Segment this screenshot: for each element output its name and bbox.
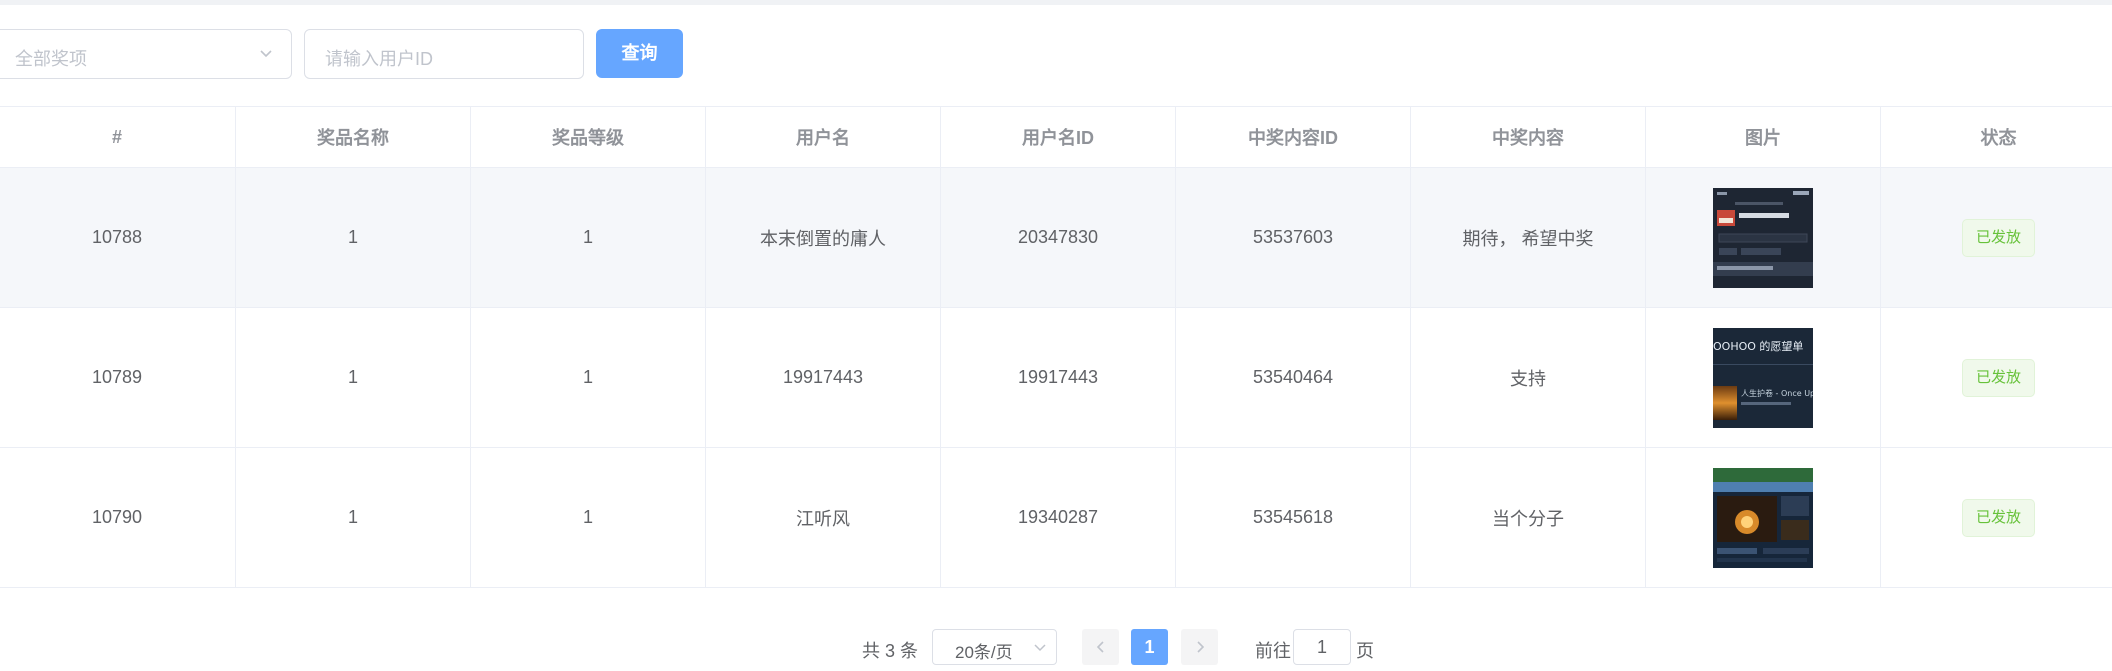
cell-prize-level: 1: [471, 308, 706, 447]
cell-user-id: 20347830: [941, 168, 1176, 307]
header-content-id: 中奖内容ID: [1176, 107, 1411, 167]
chevron-left-icon: [1096, 641, 1104, 653]
table-header: # 奖品名称 奖品等级 用户名 用户名ID 中奖内容ID 中奖内容 图片 状态: [0, 106, 2112, 168]
header-prize-level: 奖品等级: [471, 107, 706, 167]
cell-image: [1646, 168, 1881, 307]
cell-prize-name: 1: [236, 448, 471, 587]
chevron-down-icon: [1034, 644, 1046, 652]
cell-id: 10789: [0, 308, 236, 447]
prize-table: # 奖品名称 奖品等级 用户名 用户名ID 中奖内容ID 中奖内容 图片 状态 …: [0, 106, 2112, 588]
wishlist-title: OOHOO 的愿望单: [1713, 339, 1804, 353]
header-prize-name: 奖品名称: [236, 107, 471, 167]
cell-id: 10790: [0, 448, 236, 587]
prize-select-value: 全部奖项: [15, 49, 87, 69]
game-meta: [1741, 401, 1791, 405]
cell-status: 已发放: [1881, 168, 2112, 307]
cell-prize-level: 1: [471, 168, 706, 307]
user-id-input[interactable]: 请输入用户ID: [304, 29, 584, 79]
header-index: #: [0, 107, 236, 167]
thumbnail-divider: [1713, 363, 1813, 365]
cell-status: 已发放: [1881, 308, 2112, 447]
filter-bar: 全部奖项 请输入用户ID 查询: [0, 29, 2112, 79]
header-image: 图片: [1646, 107, 1881, 167]
cell-content-id: 53540464: [1176, 308, 1411, 447]
chevron-down-icon: [260, 50, 272, 58]
page-size-select[interactable]: 20条/页: [932, 629, 1057, 665]
top-divider: [0, 0, 2112, 5]
table-row: 10788 1 1 本末倒置的庸人 20347830 53537603 期待， …: [0, 168, 2112, 308]
prize-screenshot-thumbnail[interactable]: [1713, 187, 1813, 288]
game-name: 人生护卷 - Once Up: [1741, 388, 1813, 398]
cell-content: 期待， 希望中奖: [1411, 168, 1646, 307]
cell-content-id: 53537603: [1176, 168, 1411, 307]
prize-select[interactable]: 全部奖项: [0, 29, 292, 79]
game-cover: [1713, 385, 1737, 420]
user-id-placeholder: 请输入用户ID: [325, 49, 433, 69]
cell-prize-level: 1: [471, 448, 706, 587]
cell-content: 支持: [1411, 308, 1646, 447]
cell-image: OOHOO 的愿望单 人生护卷 - Once Up: [1646, 308, 1881, 447]
page-size-value: 20条/页: [955, 643, 1013, 662]
prev-page-button[interactable]: [1082, 629, 1119, 665]
cell-username: 19917443: [706, 308, 941, 447]
header-status: 状态: [1980, 128, 2017, 148]
goto-label: 前往: [1255, 641, 1291, 661]
chevron-right-icon: [1196, 641, 1204, 653]
cell-id: 10788: [0, 168, 236, 307]
screenshot-image: [1713, 187, 1813, 288]
cell-content: 当个分子: [1411, 448, 1646, 587]
cell-user-id: 19340287: [941, 448, 1176, 587]
table-row: 10789 1 1 19917443 19917443 53540464 支持 …: [0, 308, 2112, 448]
cell-image: [1646, 448, 1881, 587]
prize-screenshot-thumbnail[interactable]: OOHOO 的愿望单 人生护卷 - Once Up: [1713, 327, 1813, 428]
cell-username: 本末倒置的庸人: [706, 168, 941, 307]
header-user-id: 用户名ID: [941, 107, 1176, 167]
status-badge: 已发放: [1961, 358, 2035, 397]
pagination-total: 共 3 条: [862, 641, 919, 661]
cell-content-id: 53545618: [1176, 448, 1411, 587]
prize-screenshot-thumbnail[interactable]: [1713, 467, 1813, 568]
goto-page-input[interactable]: 1: [1293, 629, 1351, 665]
header-content: 中奖内容: [1411, 107, 1646, 167]
next-page-button[interactable]: [1181, 629, 1218, 665]
table-row: 10790 1 1 江听风 19340287 53545618 当个分子 已发放: [0, 448, 2112, 588]
screenshot-image: [1713, 467, 1813, 568]
pagination: 共 3 条 20条/页 1 前往 1 页: [0, 629, 2112, 665]
cell-prize-name: 1: [236, 168, 471, 307]
header-username: 用户名: [706, 107, 941, 167]
cell-prize-name: 1: [236, 308, 471, 447]
page-unit-label: 页: [1356, 641, 1374, 661]
page-number-button[interactable]: 1: [1131, 629, 1168, 665]
query-button[interactable]: 查询: [596, 29, 683, 78]
cell-status: 已发放: [1881, 448, 2112, 587]
status-badge: 已发放: [1961, 218, 2035, 257]
cell-username: 江听风: [706, 448, 941, 587]
cell-user-id: 19917443: [941, 308, 1176, 447]
status-badge: 已发放: [1961, 498, 2035, 537]
